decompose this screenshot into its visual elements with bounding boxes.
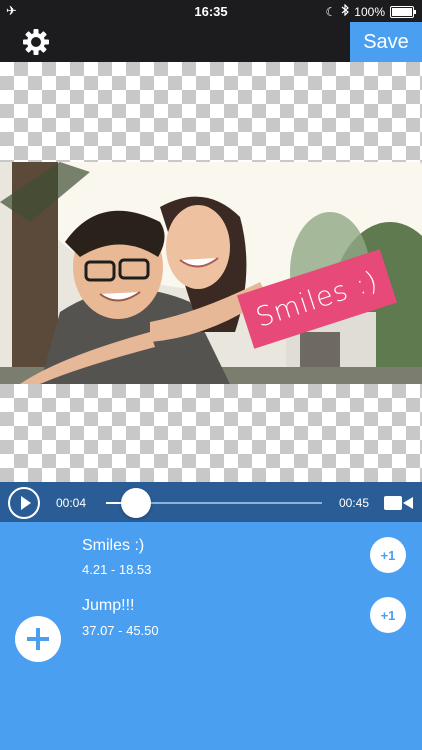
player-bar: 00:04 00:45 xyxy=(0,482,422,522)
status-right: ☾ 100% xyxy=(325,3,416,19)
moon-icon: ☾ xyxy=(325,4,337,19)
end-time: 00:45 xyxy=(339,496,370,510)
plus-one-button[interactable]: +1 xyxy=(370,597,406,633)
video-camera-icon[interactable] xyxy=(384,495,414,516)
plus-one-button[interactable]: +1 xyxy=(370,537,406,573)
save-button[interactable]: Save xyxy=(350,22,422,62)
add-clip-button[interactable] xyxy=(15,616,61,662)
gear-icon[interactable] xyxy=(20,26,52,58)
clip-title: Jump!!! xyxy=(82,597,135,614)
clip-range: 4.21 - 18.53 xyxy=(82,562,152,577)
battery-icon xyxy=(390,5,416,18)
status-bar: ✈ 16:35 ☾ 100% xyxy=(0,0,422,22)
clip-title: Smiles :) xyxy=(82,537,145,554)
current-time: 00:04 xyxy=(56,496,87,510)
top-bar: Save xyxy=(0,22,422,62)
play-icon[interactable] xyxy=(8,487,40,519)
battery-percent: 100% xyxy=(354,4,385,19)
timeline-thumb[interactable] xyxy=(121,488,152,518)
bluetooth-icon xyxy=(341,3,350,19)
clip-range: 37.07 - 45.50 xyxy=(82,623,159,638)
clip-list: Smiles :) 4.21 - 18.53 +1 Jump!!! 37.07 … xyxy=(0,522,422,750)
